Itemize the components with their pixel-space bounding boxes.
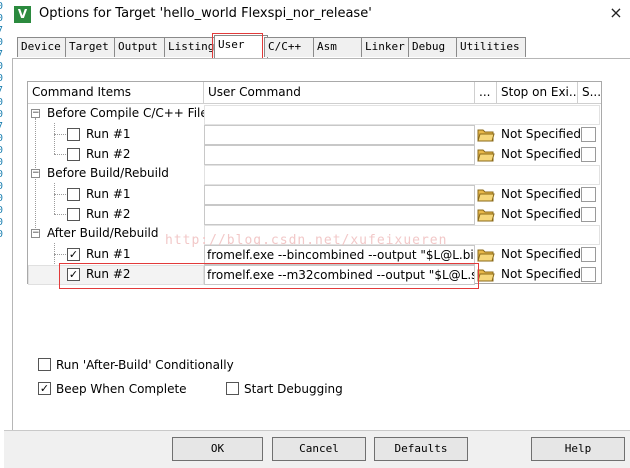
tree-line bbox=[54, 254, 66, 255]
user-command-input[interactable] bbox=[204, 125, 475, 145]
background-text-char: 0 bbox=[0, 157, 4, 168]
run2-highlight bbox=[59, 263, 479, 289]
collapse-icon[interactable]: − bbox=[31, 109, 40, 118]
stop-on-exit-value[interactable]: Not Specified bbox=[501, 185, 581, 203]
tab-target[interactable]: Target bbox=[65, 37, 120, 57]
folder-browse-icon[interactable] bbox=[477, 247, 495, 262]
background-text-char: 0 bbox=[0, 133, 4, 144]
tree-line bbox=[54, 134, 66, 135]
tab-debug[interactable]: Debug bbox=[408, 37, 462, 57]
s-checkbox[interactable] bbox=[581, 247, 596, 262]
folder-browse-icon[interactable] bbox=[477, 187, 495, 202]
tree-line bbox=[54, 154, 66, 155]
beep-checkbox[interactable]: ✓ bbox=[38, 382, 51, 395]
background-text-char: 0 bbox=[0, 193, 4, 204]
tab-utilities[interactable]: Utilities bbox=[456, 37, 526, 57]
collapse-icon[interactable]: − bbox=[31, 229, 40, 238]
tree-line bbox=[54, 183, 55, 214]
background-text-char: 0 bbox=[0, 97, 4, 108]
run-label: Run #1 bbox=[86, 247, 131, 261]
background-window-strip: 00707007007000000000 bbox=[0, 0, 4, 468]
cancel-button[interactable]: Cancel bbox=[272, 437, 366, 461]
stop-on-exit-value[interactable]: Not Specified bbox=[501, 125, 581, 143]
header-browse[interactable]: ... bbox=[475, 82, 497, 104]
background-text-char: 0 bbox=[0, 205, 4, 216]
tab-listing[interactable]: Listing bbox=[164, 37, 219, 57]
start-debugging-label: Start Debugging bbox=[244, 382, 343, 396]
background-text-char: 0 bbox=[0, 229, 4, 240]
group-label-before-build: Before Build/Rebuild bbox=[47, 166, 169, 180]
user-command-input[interactable] bbox=[204, 205, 475, 225]
run-checkbox[interactable] bbox=[67, 128, 80, 141]
header-stop-on-exit[interactable]: Stop on Exi... bbox=[497, 82, 578, 104]
background-text-char: 0 bbox=[0, 61, 4, 72]
tab-asm[interactable]: Asm bbox=[313, 37, 365, 57]
background-text-char: 0 bbox=[0, 109, 4, 120]
user-command-input[interactable]: fromelf.exe --bincombined --output "$L@L… bbox=[204, 245, 475, 265]
s-checkbox[interactable] bbox=[581, 267, 596, 282]
tree-line bbox=[54, 194, 66, 195]
background-text-char: 0 bbox=[0, 145, 4, 156]
stop-on-exit-value[interactable]: Not Specified bbox=[501, 245, 581, 263]
s-checkbox[interactable] bbox=[581, 127, 596, 142]
folder-browse-icon[interactable] bbox=[477, 127, 495, 142]
background-text-char: 0 bbox=[0, 217, 4, 228]
s-checkbox[interactable] bbox=[581, 187, 596, 202]
header-s[interactable]: S... bbox=[578, 82, 601, 104]
close-icon[interactable]: × bbox=[606, 3, 626, 23]
header-user-command[interactable]: User Command bbox=[204, 82, 475, 104]
stop-on-exit-value[interactable]: Not Specified bbox=[501, 145, 581, 163]
background-text-char: 7 bbox=[0, 85, 4, 96]
collapse-icon[interactable]: − bbox=[31, 169, 40, 178]
tab-device[interactable]: Device bbox=[17, 37, 71, 57]
run-checkbox[interactable] bbox=[67, 148, 80, 161]
group-label-after-build: After Build/Rebuild bbox=[47, 226, 159, 240]
tree-line bbox=[54, 214, 66, 215]
ok-button[interactable]: OK bbox=[172, 437, 263, 461]
folder-browse-icon[interactable] bbox=[477, 147, 495, 162]
s-checkbox[interactable] bbox=[581, 147, 596, 162]
run-checkbox[interactable] bbox=[67, 208, 80, 221]
header-command-items[interactable]: Command Items bbox=[28, 82, 204, 104]
background-text-char: 0 bbox=[0, 73, 4, 84]
folder-browse-icon[interactable] bbox=[477, 267, 495, 282]
beep-label: Beep When Complete bbox=[56, 382, 187, 396]
run-label: Run #1 bbox=[86, 127, 131, 141]
group-label-before-compile: Before Compile C/C++ File bbox=[47, 106, 208, 120]
background-text-char: 7 bbox=[0, 121, 4, 132]
user-command-input[interactable] bbox=[204, 145, 475, 165]
stop-on-exit-value[interactable]: Not Specified bbox=[501, 265, 581, 283]
tree-line bbox=[54, 123, 55, 154]
stop-on-exit-value[interactable]: Not Specified bbox=[501, 205, 581, 223]
run-checkbox-checked[interactable]: ✓ bbox=[67, 248, 80, 261]
background-text-char: 0 bbox=[0, 181, 4, 192]
run-label: Run #1 bbox=[86, 187, 131, 201]
run-checkbox[interactable] bbox=[67, 188, 80, 201]
run-label: Run #2 bbox=[86, 147, 131, 161]
tab-output[interactable]: Output bbox=[114, 37, 170, 57]
group-row-filler bbox=[204, 165, 600, 185]
app-icon: V bbox=[14, 6, 31, 23]
run-after-build-checkbox[interactable] bbox=[38, 358, 51, 371]
tab-c-cpp[interactable]: C/C++ bbox=[264, 37, 317, 57]
defaults-button[interactable]: Defaults bbox=[374, 437, 468, 461]
background-text-char: 0 bbox=[0, 169, 4, 180]
start-debugging-checkbox[interactable] bbox=[226, 382, 239, 395]
window-title: Options for Target 'hello_world Flexspi_… bbox=[39, 6, 372, 21]
group-row-filler bbox=[204, 105, 600, 125]
user-command-input[interactable] bbox=[204, 185, 475, 205]
run-label: Run #2 bbox=[86, 207, 131, 221]
folder-browse-icon[interactable] bbox=[477, 207, 495, 222]
help-button[interactable]: Help bbox=[531, 437, 625, 461]
s-checkbox[interactable] bbox=[581, 207, 596, 222]
run-after-build-label: Run 'After-Build' Conditionally bbox=[56, 358, 234, 372]
